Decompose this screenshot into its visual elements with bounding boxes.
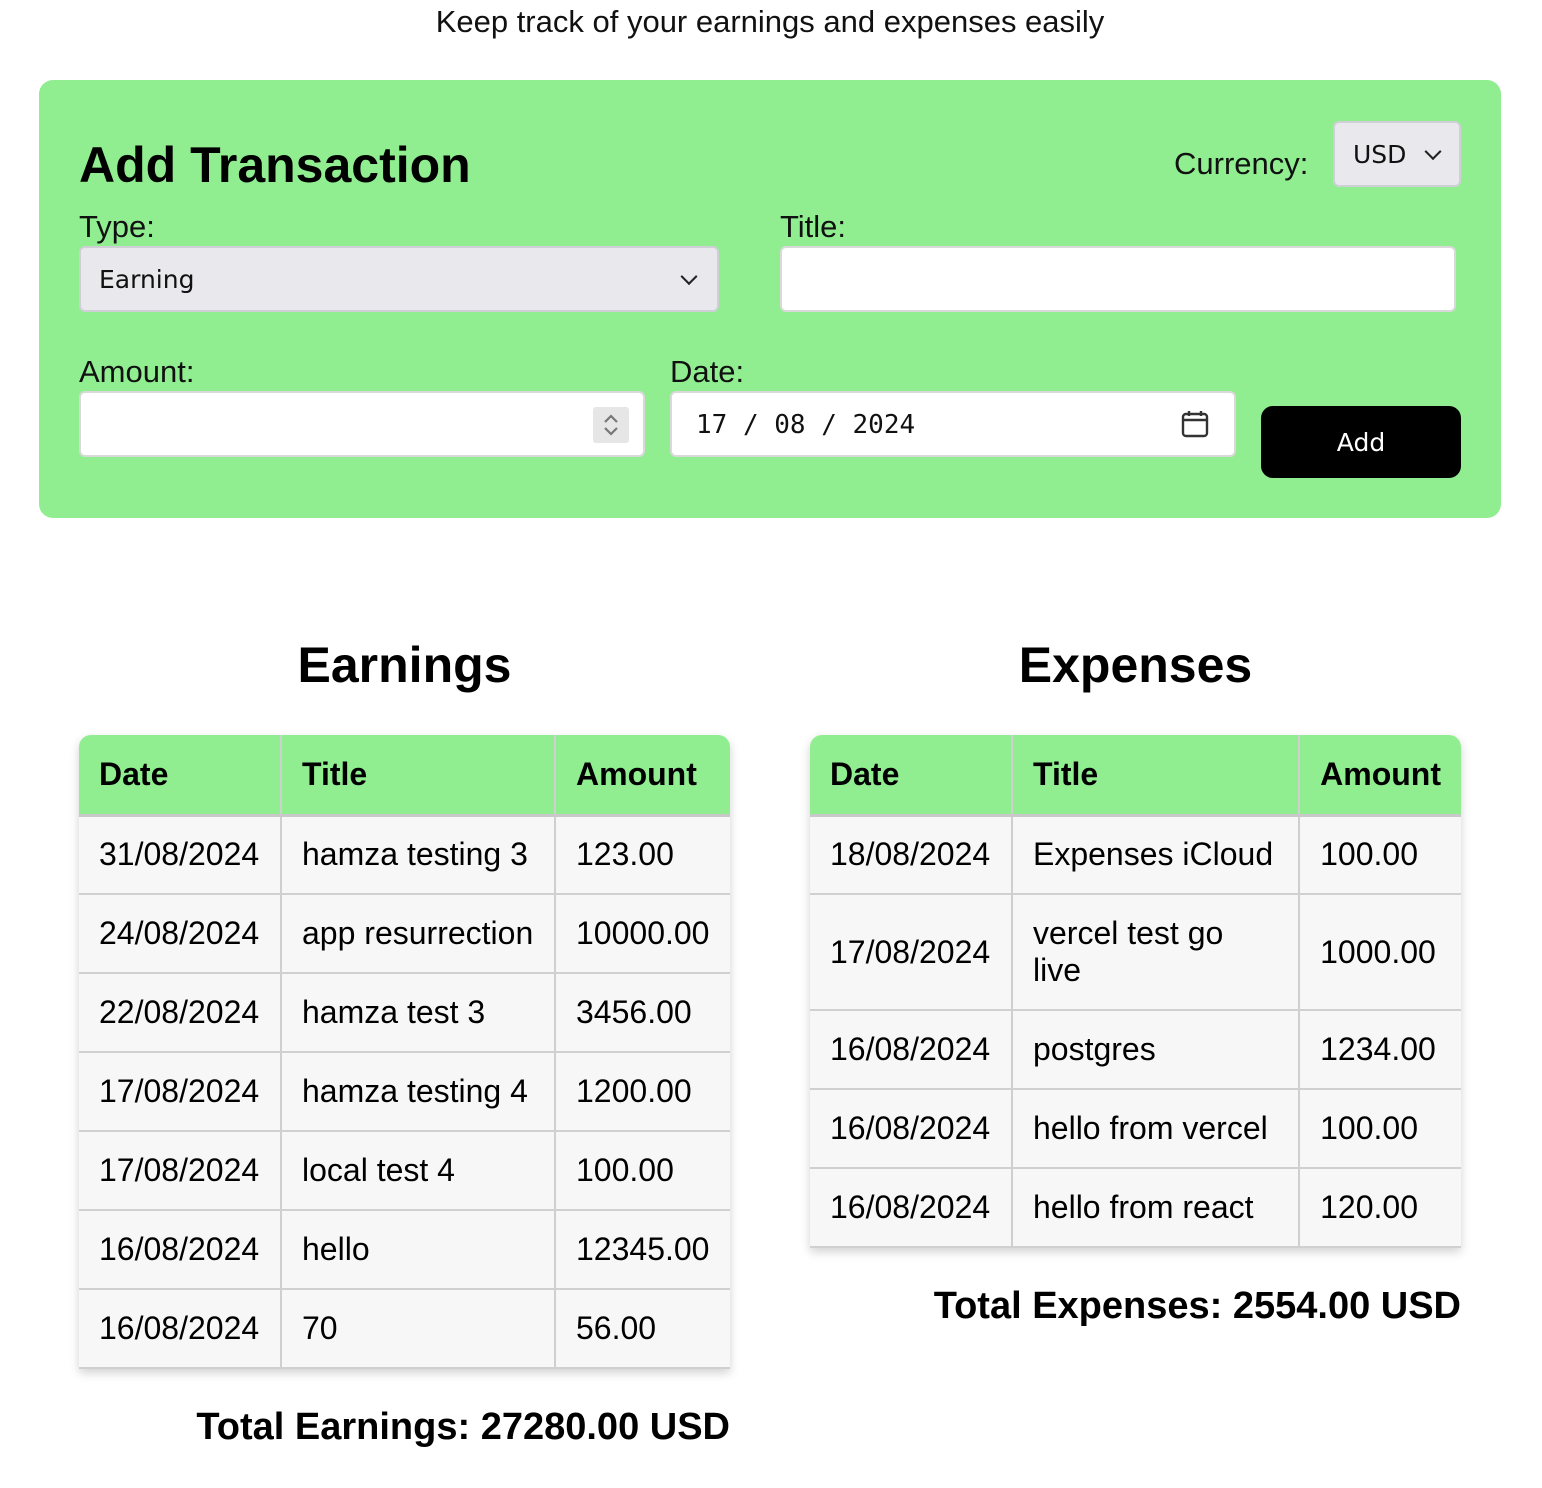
cell-date: 16/08/2024	[79, 1289, 282, 1369]
date-value: 17 / 08 / 2024	[696, 410, 916, 440]
cell-date: 18/08/2024	[810, 815, 1013, 895]
cell-title: app resurrection	[281, 894, 556, 974]
cell-date: 17/08/2024	[79, 1052, 282, 1132]
table-header-row: Date Title Amount	[810, 735, 1461, 817]
currency-label: Currency:	[1174, 146, 1309, 181]
cell-amount: 1234.00	[1299, 1010, 1461, 1090]
chevron-down-icon	[1424, 143, 1442, 161]
add-transaction-panel: Add Transaction Currency: USD Type: Earn…	[39, 80, 1501, 518]
earnings-table: Date Title Amount 31/08/2024 hamza testi…	[79, 735, 730, 1369]
cell-amount: 100.00	[555, 1131, 730, 1211]
cell-date: 22/08/2024	[79, 973, 282, 1053]
table-row: 17/08/2024 hamza testing 4 1200.00	[79, 1052, 730, 1132]
title-input[interactable]	[780, 246, 1456, 312]
column-header-date: Date	[79, 735, 282, 817]
type-select[interactable]: Earning	[79, 246, 719, 312]
cell-title: local test 4	[281, 1131, 556, 1211]
cell-title: hello	[281, 1210, 556, 1290]
column-header-amount: Amount	[1299, 735, 1461, 817]
column-header-date: Date	[810, 735, 1013, 817]
cell-date: 24/08/2024	[79, 894, 282, 974]
cell-amount: 100.00	[1299, 1089, 1461, 1169]
cell-amount: 12345.00	[555, 1210, 730, 1290]
table-row: 31/08/2024 hamza testing 3 123.00	[79, 815, 730, 895]
cell-title: hello from react	[1011, 1168, 1301, 1248]
add-button[interactable]: Add	[1261, 406, 1461, 478]
cell-date: 16/08/2024	[810, 1168, 1013, 1248]
cell-title: hamza testing 3	[281, 815, 556, 895]
table-row: 16/08/2024 postgres 1234.00	[810, 1010, 1461, 1090]
table-row: 16/08/2024 70 56.00	[79, 1289, 730, 1369]
title-label: Title:	[780, 209, 847, 244]
table-row: 16/08/2024 hello from react 120.00	[810, 1168, 1461, 1248]
chevron-down-icon	[680, 268, 698, 286]
amount-label: Amount:	[79, 354, 195, 389]
column-header-title: Title	[1011, 735, 1301, 817]
cell-date: 17/08/2024	[79, 1131, 282, 1211]
table-row: 18/08/2024 Expenses iCloud 100.00	[810, 815, 1461, 895]
cell-title: vercel test go live	[1011, 894, 1301, 1011]
page-subtitle: Keep track of your earnings and expenses…	[435, 4, 1105, 39]
total-earnings: Total Earnings: 27280.00 USD	[196, 1406, 730, 1448]
total-expenses: Total Expenses: 2554.00 USD	[933, 1285, 1461, 1327]
type-value: Earning	[99, 264, 195, 294]
cell-date: 16/08/2024	[810, 1010, 1013, 1090]
date-input[interactable]: 17 / 08 / 2024	[670, 391, 1236, 457]
cell-title: Expenses iCloud	[1011, 815, 1301, 895]
table-row: 17/08/2024 local test 4 100.00	[79, 1131, 730, 1211]
table-row: 17/08/2024 vercel test go live 1000.00	[810, 894, 1461, 1011]
cell-title: hamza test 3	[281, 973, 556, 1053]
cell-amount: 3456.00	[555, 973, 730, 1053]
table-header-row: Date Title Amount	[79, 735, 730, 817]
table-row: 16/08/2024 hello 12345.00	[79, 1210, 730, 1290]
cell-amount: 1000.00	[1299, 894, 1461, 1011]
amount-input[interactable]	[79, 391, 645, 457]
cell-date: 31/08/2024	[79, 815, 282, 895]
calendar-icon[interactable]	[1180, 409, 1210, 444]
spinner-icon[interactable]	[593, 407, 629, 443]
column-header-amount: Amount	[555, 735, 730, 817]
cell-amount: 10000.00	[555, 894, 730, 974]
expenses-table: Date Title Amount 18/08/2024 Expenses iC…	[810, 735, 1461, 1248]
expenses-heading: Expenses	[1018, 637, 1253, 693]
table-row: 22/08/2024 hamza test 3 3456.00	[79, 973, 730, 1053]
table-row: 16/08/2024 hello from vercel 100.00	[810, 1089, 1461, 1169]
column-header-title: Title	[281, 735, 556, 817]
date-label: Date:	[670, 354, 745, 389]
earnings-heading: Earnings	[297, 637, 512, 693]
cell-date: 16/08/2024	[810, 1089, 1013, 1169]
cell-amount: 120.00	[1299, 1168, 1461, 1248]
cell-date: 16/08/2024	[79, 1210, 282, 1290]
cell-title: hamza testing 4	[281, 1052, 556, 1132]
cell-amount: 100.00	[1299, 815, 1461, 895]
type-label: Type:	[79, 209, 155, 244]
cell-title: postgres	[1011, 1010, 1301, 1090]
cell-date: 17/08/2024	[810, 894, 1013, 1011]
panel-title: Add Transaction	[79, 137, 471, 193]
cell-title: hello from vercel	[1011, 1089, 1301, 1169]
cell-amount: 1200.00	[555, 1052, 730, 1132]
cell-amount: 123.00	[555, 815, 730, 895]
cell-title: 70	[281, 1289, 556, 1369]
currency-select[interactable]: USD	[1333, 121, 1461, 187]
cell-amount: 56.00	[555, 1289, 730, 1369]
table-row: 24/08/2024 app resurrection 10000.00	[79, 894, 730, 974]
currency-value: USD	[1353, 139, 1407, 169]
